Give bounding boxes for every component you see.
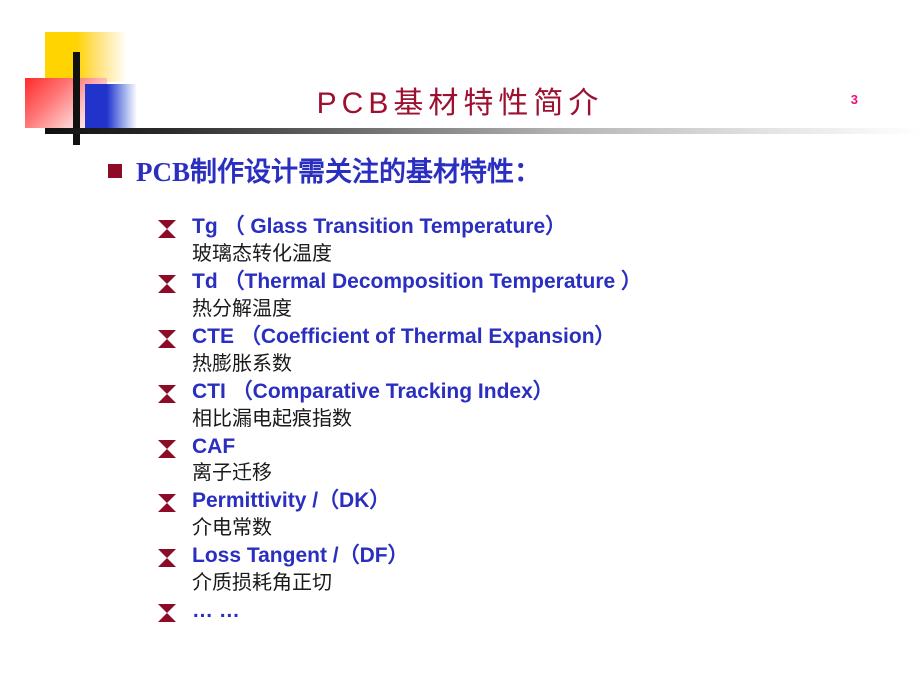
- logo-yellow-square-icon: [45, 32, 127, 82]
- list-item-main: Permittivity /（DK）: [158, 488, 878, 515]
- diamond-bullet-icon: [158, 494, 176, 513]
- list-item-translation: 玻璃态转化温度: [192, 242, 332, 265]
- section-heading: PCB制作设计需关注的基材特性：: [108, 150, 541, 189]
- list-item-term: CTE （Coefficient of Thermal Expansion）: [192, 324, 616, 348]
- list-item: CTI （Comparative Tracking Index） 相比漏电起痕指…: [158, 379, 878, 432]
- list-item-term: CAF: [192, 434, 236, 458]
- list-item-main: Loss Tangent /（DF）: [158, 543, 878, 570]
- property-list: Tg （ Glass Transition Temperature） 玻璃态转化…: [158, 214, 878, 627]
- list-item: Permittivity /（DK） 介电常数: [158, 488, 878, 541]
- list-item-main: Tg （ Glass Transition Temperature）: [158, 214, 878, 241]
- diamond-bullet-icon: [158, 329, 176, 348]
- list-item-translation: 相比漏电起痕指数: [192, 407, 352, 430]
- list-item-main: … …: [158, 598, 878, 625]
- list-item-term: Tg （ Glass Transition Temperature）: [192, 215, 567, 238]
- list-item-term: Td （Thermal Decomposition Temperature ）: [192, 269, 643, 293]
- list-item-main: CTE （Coefficient of Thermal Expansion）: [158, 324, 878, 351]
- list-item-term: Loss Tangent /（DF）: [192, 544, 409, 568]
- list-item-translation: 热分解温度: [192, 297, 292, 320]
- list-item-term: … …: [192, 599, 240, 623]
- diamond-bullet-icon: [158, 549, 176, 568]
- page-title: PCB基材特性简介: [316, 87, 604, 120]
- list-item: CTE （Coefficient of Thermal Expansion） 热…: [158, 324, 878, 377]
- list-item-main: CTI （Comparative Tracking Index）: [158, 379, 878, 406]
- list-item: … …: [158, 598, 878, 625]
- header-divider-line: [45, 128, 920, 134]
- list-item: Td （Thermal Decomposition Temperature ） …: [158, 269, 878, 322]
- list-item: CAF 离子迁移: [158, 434, 878, 487]
- list-item-translation: 热膨胀系数: [192, 352, 292, 375]
- section-heading-label: PCB制作设计需关注的基材特性：: [136, 157, 541, 187]
- square-bullet-icon: [108, 163, 122, 178]
- diamond-bullet-icon: [158, 220, 176, 238]
- list-item-main: Td （Thermal Decomposition Temperature ）: [158, 269, 878, 296]
- list-item-term: Permittivity /（DK）: [192, 489, 391, 513]
- page-number: 3: [850, 92, 858, 107]
- list-item-term: CTI （Comparative Tracking Index）: [192, 379, 554, 403]
- list-item-translation: 离子迁移: [192, 462, 272, 485]
- diamond-bullet-icon: [158, 439, 176, 458]
- list-item: Loss Tangent /（DF） 介质损耗角正切: [158, 543, 878, 596]
- diamond-bullet-icon: [158, 274, 176, 293]
- diamond-bullet-icon: [158, 384, 176, 403]
- slide-canvas: PCB基材特性简介 3 PCB制作设计需关注的基材特性： Tg （ Glass …: [0, 0, 920, 700]
- list-item-main: CAF: [158, 434, 878, 461]
- list-item-translation: 介电常数: [192, 517, 272, 540]
- diamond-bullet-icon: [158, 604, 176, 623]
- list-item-translation: 介质损耗角正切: [192, 572, 332, 595]
- list-item: Tg （ Glass Transition Temperature） 玻璃态转化…: [158, 214, 878, 267]
